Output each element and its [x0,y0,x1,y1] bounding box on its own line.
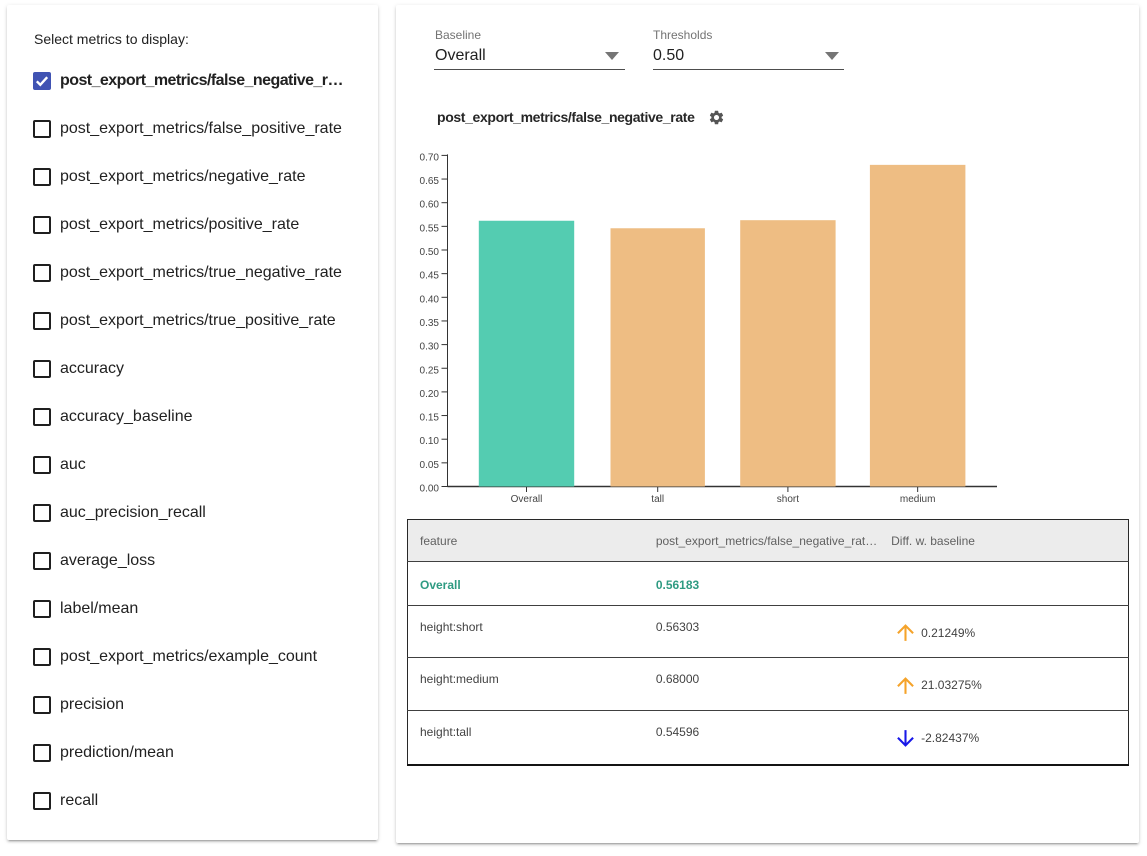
svg-text:Overall: Overall [511,494,543,505]
svg-text:0.00: 0.00 [420,484,440,495]
svg-text:0.35: 0.35 [420,318,440,329]
svg-text:0.55: 0.55 [420,223,440,234]
svg-text:short: short [777,494,799,505]
svg-text:medium: medium [900,494,936,505]
svg-text:0.05: 0.05 [420,460,440,471]
svg-text:tall: tall [651,494,664,505]
svg-text:0.65: 0.65 [420,176,440,187]
svg-text:0.10: 0.10 [420,436,440,447]
svg-text:0.50: 0.50 [420,247,440,258]
svg-text:0.40: 0.40 [420,294,440,305]
svg-text:0.20: 0.20 [420,389,440,400]
svg-text:0.70: 0.70 [420,152,440,163]
svg-text:0.60: 0.60 [420,200,440,211]
svg-text:0.25: 0.25 [420,365,440,376]
svg-text:0.45: 0.45 [420,271,440,282]
svg-text:0.15: 0.15 [420,413,440,424]
svg-text:0.30: 0.30 [420,342,440,353]
